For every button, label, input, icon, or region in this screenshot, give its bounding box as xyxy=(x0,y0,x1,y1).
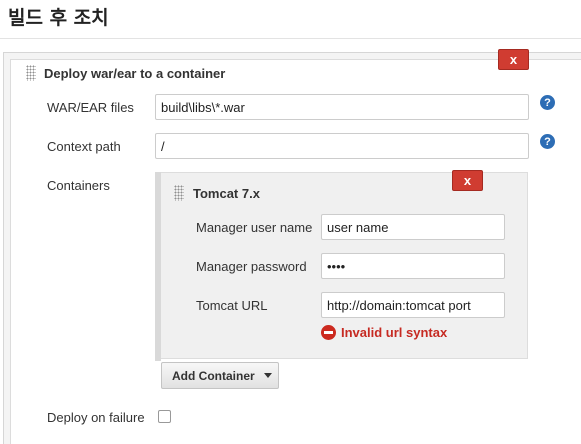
drag-handle-icon[interactable] xyxy=(26,65,36,81)
caret-down-icon xyxy=(263,373,272,378)
drag-handle-icon[interactable] xyxy=(174,185,184,201)
containers-label: Containers xyxy=(47,178,110,193)
error-text: Invalid url syntax xyxy=(341,325,448,340)
manager-password-label: Manager password xyxy=(196,259,307,274)
error-icon xyxy=(321,325,336,340)
container-left-border xyxy=(155,172,161,361)
help-icon[interactable]: ? xyxy=(540,134,555,149)
context-path-label: Context path xyxy=(47,139,121,154)
war-ear-files-label: WAR/EAR files xyxy=(47,100,134,115)
remove-container-button[interactable]: x xyxy=(452,170,483,191)
section-title: 빌드 후 조치 xyxy=(8,7,109,29)
add-container-label: Add Container xyxy=(172,368,255,383)
context-path-input[interactable] xyxy=(155,133,529,159)
url-error-message: Invalid url syntax xyxy=(321,325,447,340)
section-divider xyxy=(0,38,581,39)
container-title: Tomcat 7.x xyxy=(193,186,260,201)
deploy-step-title: Deploy war/ear to a container xyxy=(44,66,226,81)
tomcat-url-label: Tomcat URL xyxy=(196,298,268,313)
manager-user-input[interactable] xyxy=(321,214,505,240)
deploy-on-failure-label: Deploy on failure xyxy=(47,410,145,425)
help-icon[interactable]: ? xyxy=(540,95,555,110)
war-ear-files-input[interactable] xyxy=(155,94,529,120)
manager-password-input[interactable] xyxy=(321,253,505,279)
deploy-on-failure-checkbox[interactable] xyxy=(158,410,171,423)
add-container-button[interactable]: Add Container xyxy=(161,362,279,389)
tomcat-url-input[interactable] xyxy=(321,292,505,318)
manager-user-label: Manager user name xyxy=(196,220,313,235)
remove-deploy-step-button[interactable]: x xyxy=(498,49,529,70)
